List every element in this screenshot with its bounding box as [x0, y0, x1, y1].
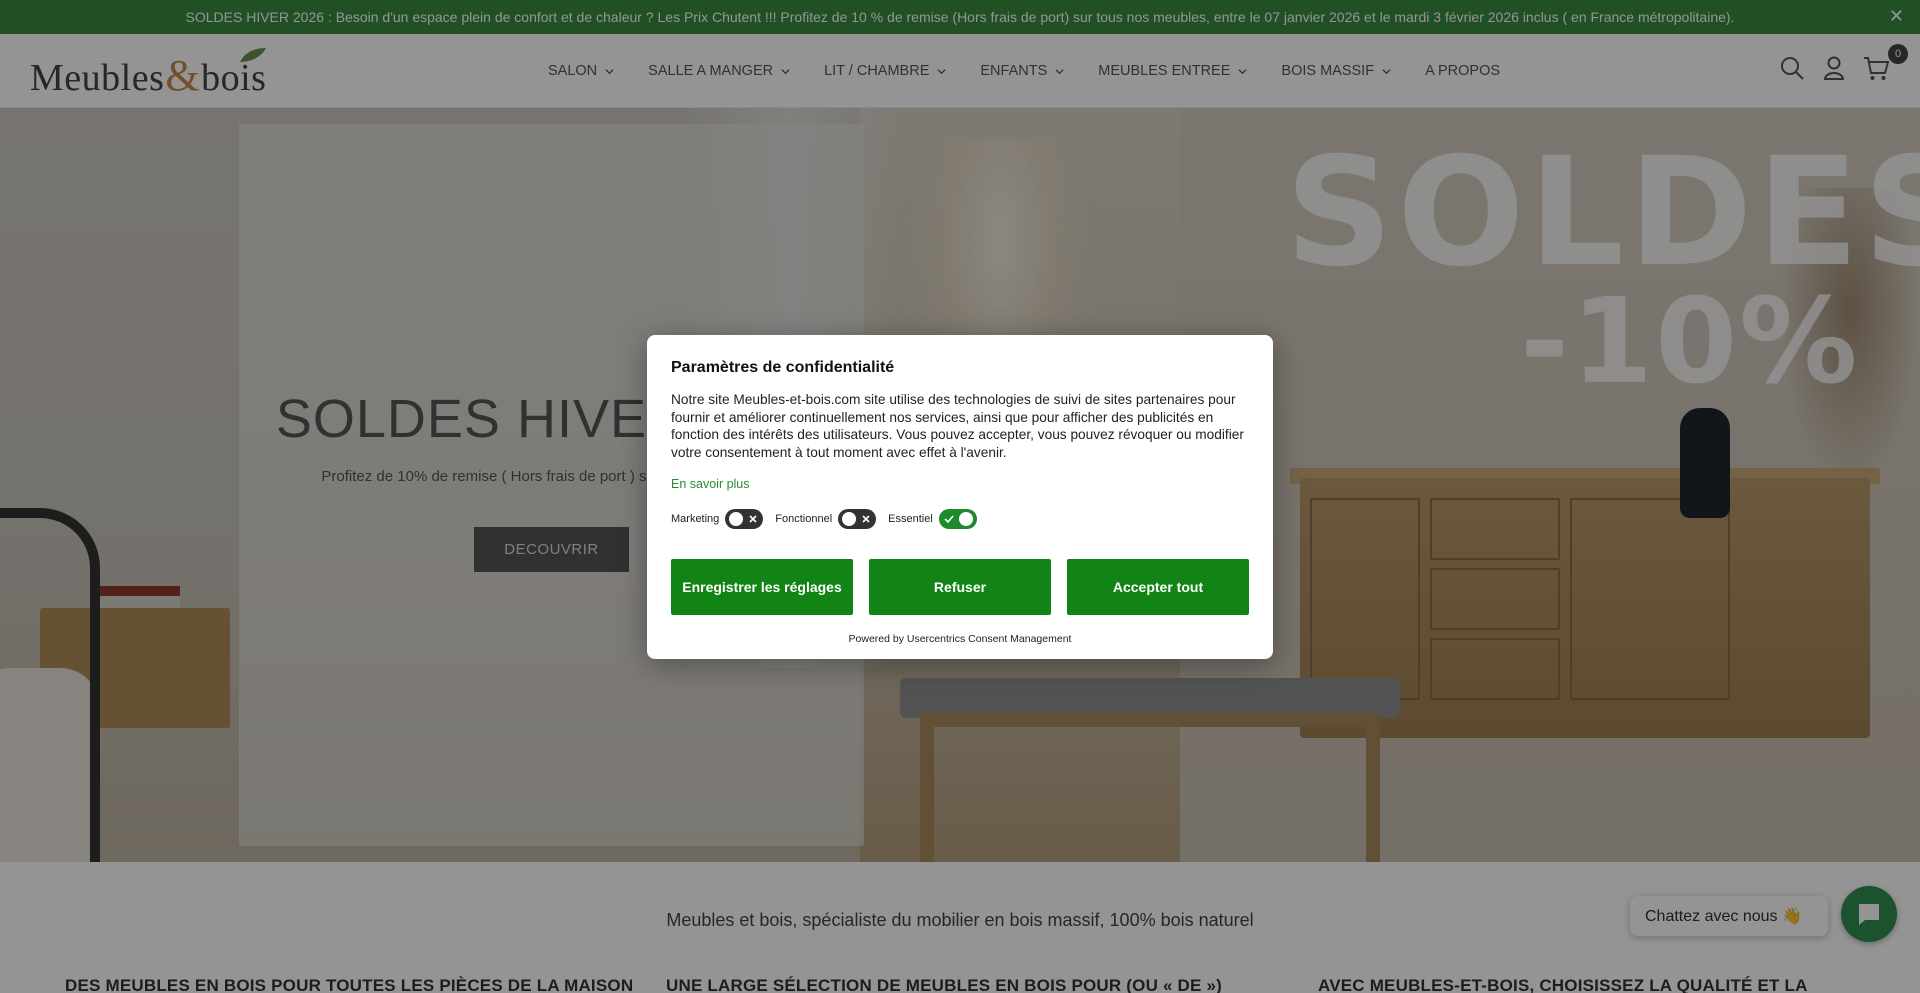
consent-dialog: Paramètres de confidentialité Notre site… [647, 335, 1273, 659]
toggle-label: Marketing [671, 513, 720, 526]
accept-all-button[interactable]: Accepter tout [1067, 559, 1249, 616]
marketing-toggle[interactable] [725, 509, 764, 530]
save-settings-button[interactable]: Enregistrer les réglages [671, 559, 853, 616]
learn-more-link[interactable]: En savoir plus [671, 477, 750, 491]
x-icon [749, 515, 757, 523]
toggle-group-essentiel: Essentiel [888, 509, 977, 530]
toggle-knob [842, 512, 857, 527]
consent-text: Notre site Meubles-et-bois.com site util… [671, 392, 1244, 460]
fonctionnel-toggle[interactable] [838, 509, 877, 530]
toggle-knob [958, 512, 973, 527]
consent-toggles: Marketing Fonctionnel Essentiel [671, 509, 1249, 530]
consent-buttons: Enregistrer les réglages Refuser Accepte… [671, 559, 1249, 616]
toggle-knob [729, 512, 744, 527]
essentiel-toggle[interactable] [938, 509, 977, 530]
toggle-group-fonctionnel: Fonctionnel [775, 509, 877, 530]
refuse-button[interactable]: Refuser [869, 559, 1051, 616]
toggle-label: Essentiel [888, 513, 933, 526]
toggle-group-marketing: Marketing [671, 509, 764, 530]
check-icon [944, 515, 954, 524]
powered-by-text: Powered by Usercentrics Consent Manageme… [848, 633, 1072, 646]
toggle-label: Fonctionnel [775, 513, 833, 526]
x-icon [862, 515, 870, 523]
consent-title: Paramètres de confidentialité [671, 359, 895, 376]
